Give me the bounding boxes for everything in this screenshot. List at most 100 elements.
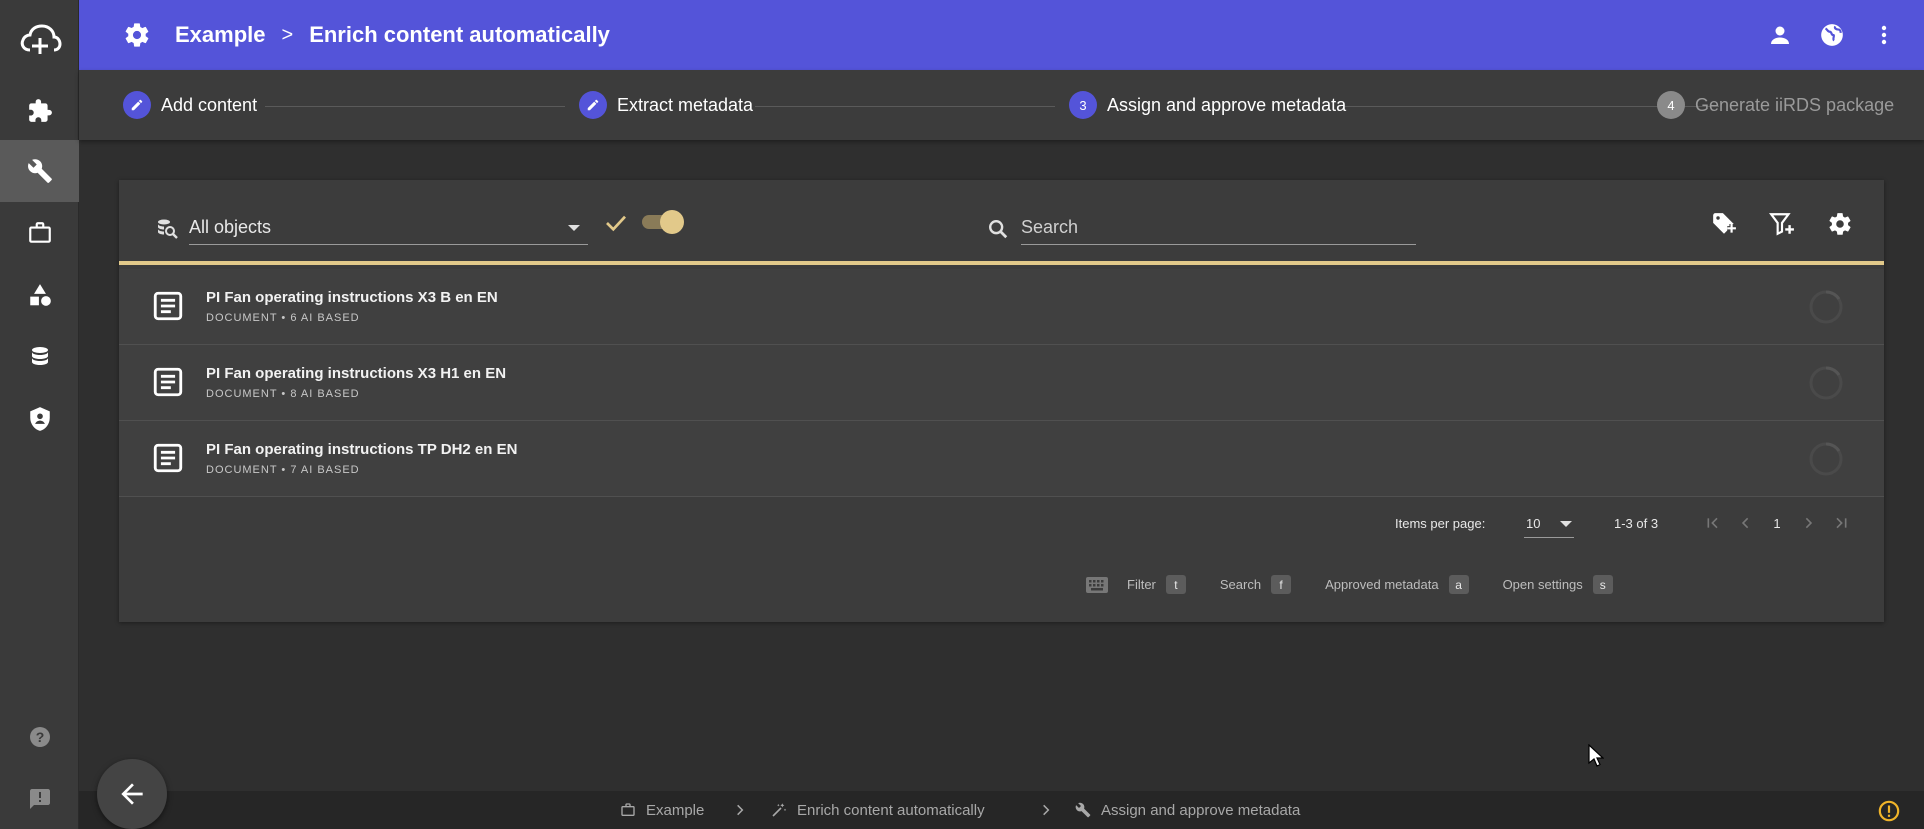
rail-puzzle-icon[interactable] [0,80,79,142]
shortcut-label: Approved metadata [1325,577,1439,592]
step-connector [755,106,1055,107]
step-label: Add content [161,94,258,115]
rail-help-icon[interactable]: ? [0,706,79,768]
shortcut-key: s [1592,575,1613,594]
step-number: 3 [1069,91,1097,119]
chevron-right-icon [1039,791,1053,829]
add-filter-icon[interactable] [1768,210,1796,238]
approved-metadata-toggle[interactable] [642,210,684,234]
warning-icon[interactable] [1878,800,1900,822]
document-icon [151,365,185,399]
document-icon [151,289,185,323]
rail-wrench-icon[interactable] [0,140,79,202]
step-label: Assign and approve metadata [1107,94,1347,115]
mouse-cursor-icon [1588,744,1604,768]
rail-briefcase-icon[interactable] [0,202,79,264]
step-extract-metadata[interactable]: Extract metadata [579,70,753,140]
footer-breadcrumb-bar: Example Enrich content automatically Ass… [79,791,1924,829]
header-crumb-project[interactable]: Example [175,22,266,48]
shortcut-approved-metadata: Approved metadata a [1325,575,1469,594]
search-input[interactable] [1021,212,1416,242]
table-settings-gear-icon[interactable] [1826,210,1854,238]
loading-spinner-icon [1808,441,1844,477]
next-page-icon[interactable] [1799,508,1819,538]
step-add-content[interactable]: Add content [123,70,257,140]
shortcut-key: f [1271,575,1292,594]
document-subtitle: DOCUMENT • 7 AI BASED [206,464,360,476]
add-tag-icon[interactable] [1710,210,1738,238]
toggle-knob [660,210,684,234]
footer-crumb-label: Assign and approve metadata [1101,801,1301,819]
document-title: PI Fan operating instructions X3 H1 en E… [206,365,507,382]
chevron-right-icon [733,791,747,829]
rail-shield-user-icon[interactable] [0,388,79,450]
arrow-back-icon [121,783,143,805]
account-icon[interactable] [1766,21,1794,49]
approved-check-icon [605,214,627,232]
cloud-logo-icon[interactable] [0,0,79,80]
items-per-page-value: 10 [1526,516,1541,531]
edit-pencil-icon [579,91,607,119]
list-item[interactable]: PI Fan operating instructions TP DH2 en … [119,421,1884,497]
list-item[interactable]: PI Fan operating instructions X3 H1 en E… [119,345,1884,421]
rail-database-icon[interactable] [0,326,79,388]
loading-spinner-icon [1808,365,1844,401]
page-range: 1-3 of 3 [1614,516,1659,531]
shortcut-label: Open settings [1502,577,1583,592]
wrench-icon [1075,802,1091,818]
settings-gear-icon[interactable] [123,21,151,49]
object-type-value: All objects [189,217,272,237]
header-crumb-separator: > [281,23,294,46]
items-per-page-select[interactable]: 10 [1524,508,1574,538]
svg-text:?: ? [35,729,44,745]
workflow-stepper: Add content Extract metadata 3 Assign an… [79,70,1924,140]
rail-shapes-icon[interactable] [0,264,79,326]
shortcut-open-settings: Open settings s [1503,575,1613,594]
footer-crumb-label: Example [646,801,705,819]
footer-crumb-assign: Assign and approve metadata [1075,791,1300,829]
back-button[interactable] [97,759,167,829]
chevron-down-icon [1560,521,1572,527]
language-globe-icon[interactable] [1818,21,1846,49]
shortcut-label: Search [1219,577,1262,592]
top-bar: Example > Enrich content automatically [79,0,1924,70]
first-page-icon[interactable] [1703,508,1723,538]
step-number: 4 [1657,91,1685,119]
previous-page-icon[interactable] [1735,508,1755,538]
more-vert-icon[interactable] [1870,21,1898,49]
shortcut-filter: Filter t [1127,575,1186,594]
briefcase-icon [621,803,635,816]
chevron-down-icon [568,225,580,231]
shortcut-key: t [1165,575,1186,594]
last-page-icon[interactable] [1831,508,1851,538]
loading-spinner-icon [1808,289,1844,325]
paginator: Items per page: 10 1-3 of 3 1 [119,500,1884,550]
step-label: Generate iiRDS package [1695,94,1895,115]
shortcut-label: Filter [1127,577,1156,592]
step-connector [265,106,565,107]
shortcut-search: Search f [1219,575,1292,594]
list-item[interactable]: PI Fan operating instructions X3 B en EN… [119,269,1884,345]
document-title: PI Fan operating instructions TP DH2 en … [206,441,518,458]
search-objects-icon [155,217,179,241]
metadata-card: All objects Search PI Fan operating inst… [119,180,1884,622]
step-label: Extract metadata [617,94,754,115]
current-page: 1 [1773,515,1781,531]
edit-pencil-icon [123,91,151,119]
keyboard-shortcuts: Filter t Search f Approved metadata a Open … [1085,575,1647,594]
footer-crumb-project[interactable]: Example [620,791,704,829]
document-subtitle: DOCUMENT • 6 AI BASED [206,312,360,324]
step-assign-approve-metadata[interactable]: 3 Assign and approve metadata [1069,70,1346,140]
footer-crumb-enrich[interactable]: Enrich content automatically [771,791,985,829]
rail-feedback-icon[interactable] [0,768,79,829]
search-field [1021,212,1416,245]
object-type-select[interactable]: All objects [189,212,588,245]
items-per-page-label: Items per page: [1395,516,1486,531]
document-list: PI Fan operating instructions X3 B en EN… [119,269,1884,497]
document-title: PI Fan operating instructions X3 B en EN [206,289,498,306]
left-rail: ? [0,0,79,829]
document-subtitle: DOCUMENT • 8 AI BASED [206,388,360,400]
magic-wand-icon [772,803,787,817]
step-generate-iirds-package[interactable]: 4 Generate iiRDS package [1657,70,1894,140]
footer-crumb-label: Enrich content automatically [797,801,985,819]
